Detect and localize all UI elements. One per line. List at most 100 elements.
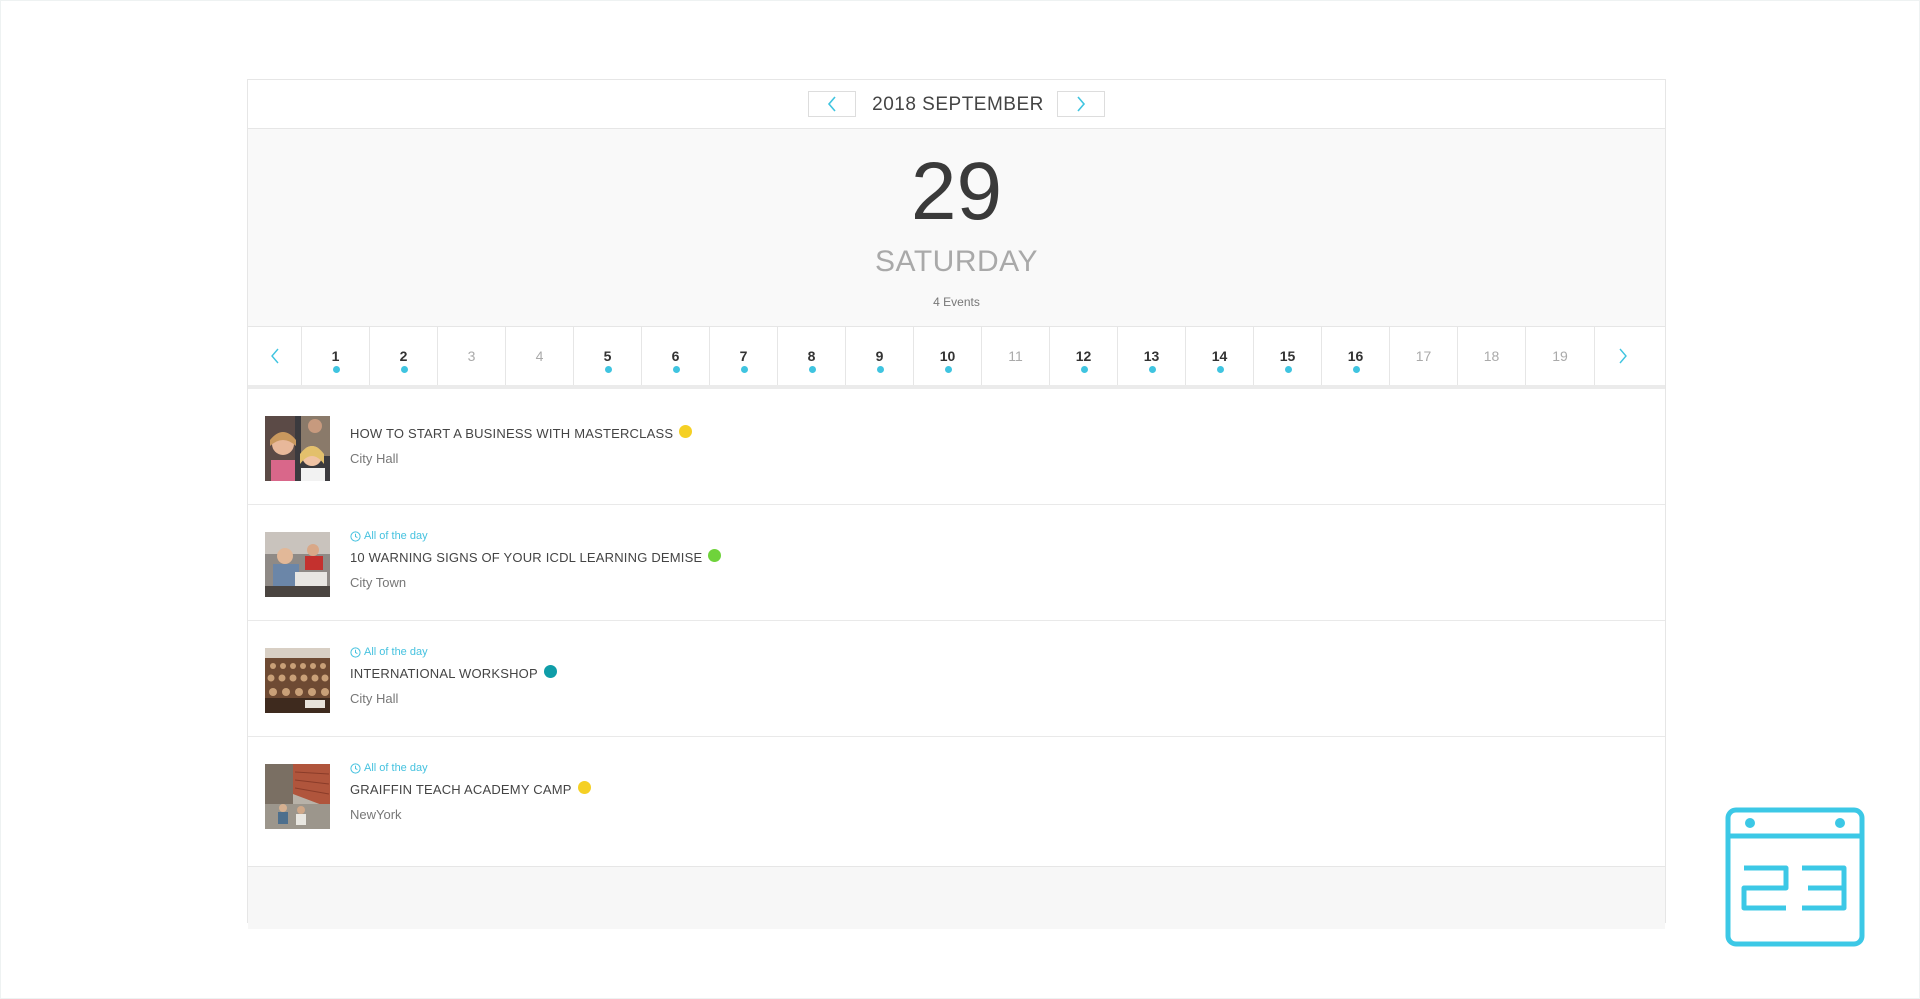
selected-date-panel: 29 SATURDAY 4 Events xyxy=(248,129,1665,327)
events-count: 4 Events xyxy=(933,295,980,309)
day-number: 5 xyxy=(603,348,612,364)
clock-icon xyxy=(350,762,361,774)
selected-weekday: SATURDAY xyxy=(875,245,1038,278)
day-number: 10 xyxy=(939,348,956,364)
event-calendar: 2018 SEPTEMBER 29 SATURDAY 4 Events 1234… xyxy=(247,79,1666,929)
event-thumbnail[interactable] xyxy=(265,648,330,713)
day-number: 15 xyxy=(1279,348,1296,364)
day-cell[interactable]: 11 xyxy=(982,327,1050,385)
calendar-icon xyxy=(1725,807,1865,947)
day-number: 16 xyxy=(1347,348,1364,364)
event-indicator-dot xyxy=(740,366,748,373)
day-cell[interactable]: 7 xyxy=(710,327,778,385)
day-cell[interactable]: 5 xyxy=(574,327,642,385)
day-cell[interactable]: 2 xyxy=(370,327,438,385)
event-indicator-dot xyxy=(332,366,340,373)
day-number: 19 xyxy=(1552,348,1568,364)
event-time-text: All of the day xyxy=(364,762,428,774)
month-title: 2018 SEPTEMBER xyxy=(872,94,1044,115)
chevron-left-icon xyxy=(827,96,836,112)
event-item[interactable]: All of the day INTERNATIONAL WORKSHOP Ci… xyxy=(248,621,1665,737)
day-cell[interactable]: 9 xyxy=(846,327,914,385)
event-indicator-dot xyxy=(1148,366,1156,373)
day-cell[interactable]: 18 xyxy=(1458,327,1526,385)
day-number: 17 xyxy=(1415,348,1432,364)
event-title[interactable]: 10 WARNING SIGNS OF YOUR ICDL LEARNING D… xyxy=(350,548,722,565)
prev-month-button[interactable] xyxy=(808,91,856,117)
day-cell[interactable]: 6 xyxy=(642,327,710,385)
event-category-dot xyxy=(577,780,591,794)
day-number: 18 xyxy=(1483,348,1500,364)
month-header: 2018 SEPTEMBER xyxy=(248,80,1665,129)
day-list: 1 2 3 4 5 6 7 8 9 10 11 12 13 14 15 16 17 18 19 xyxy=(302,327,1594,385)
event-time-text: All of the day xyxy=(364,646,428,658)
day-number: 13 xyxy=(1143,348,1160,364)
day-cell[interactable]: 19 xyxy=(1526,327,1594,385)
event-location: City Town xyxy=(350,575,407,590)
day-cell[interactable]: 16 xyxy=(1322,327,1390,385)
day-cell[interactable]: 4 xyxy=(506,327,574,385)
day-cell[interactable]: 15 xyxy=(1254,327,1322,385)
calendar-footer xyxy=(248,867,1665,929)
event-title[interactable]: INTERNATIONAL WORKSHOP xyxy=(350,664,557,681)
day-strip: 1 2 3 4 5 6 7 8 9 10 11 12 13 14 15 16 17 18 19 xyxy=(248,327,1665,389)
event-indicator-dot xyxy=(400,366,408,373)
day-number: 12 xyxy=(1075,348,1092,364)
day-cell[interactable]: 13 xyxy=(1118,327,1186,385)
next-month-button[interactable] xyxy=(1057,91,1105,117)
day-cell[interactable]: 1 xyxy=(302,327,370,385)
event-item[interactable]: HOW TO START A BUSINESS WITH MASTERCLASS… xyxy=(248,389,1665,505)
clock-icon xyxy=(350,530,361,542)
event-list: HOW TO START A BUSINESS WITH MASTERCLASS… xyxy=(248,389,1665,867)
day-number: 14 xyxy=(1211,348,1228,364)
event-title-text: HOW TO START A BUSINESS WITH MASTERCLASS xyxy=(350,426,674,441)
day-number: 9 xyxy=(875,348,884,364)
event-location: City Hall xyxy=(350,451,399,466)
chevron-right-icon xyxy=(1619,348,1627,364)
prev-days-button[interactable] xyxy=(248,327,302,385)
event-category-dot xyxy=(543,664,557,678)
day-number: 1 xyxy=(331,348,340,364)
event-indicator-dot xyxy=(1080,366,1088,373)
event-indicator-dot xyxy=(876,366,884,373)
event-indicator-dot xyxy=(1284,366,1292,373)
day-cell[interactable]: 3 xyxy=(438,327,506,385)
event-title[interactable]: GRAIFFIN TEACH ACADEMY CAMP xyxy=(350,780,591,797)
event-time: All of the day xyxy=(350,530,428,542)
selected-day-number: 29 xyxy=(910,146,1003,237)
day-number: 7 xyxy=(739,348,748,364)
day-cell[interactable]: 10 xyxy=(914,327,982,385)
event-indicator-dot xyxy=(1352,366,1360,373)
event-title[interactable]: HOW TO START A BUSINESS WITH MASTERCLASS xyxy=(350,424,693,441)
day-number: 3 xyxy=(467,348,476,364)
day-cell[interactable]: 12 xyxy=(1050,327,1118,385)
day-cell[interactable]: 8 xyxy=(778,327,846,385)
floating-calendar-button[interactable] xyxy=(1724,806,1866,948)
clock-icon xyxy=(350,646,361,658)
chevron-left-icon xyxy=(270,348,279,364)
event-title-text: INTERNATIONAL WORKSHOP xyxy=(350,666,538,681)
event-location: City Hall xyxy=(350,691,399,706)
event-thumbnail[interactable] xyxy=(265,416,330,481)
day-number: 6 xyxy=(671,348,680,364)
day-number: 2 xyxy=(399,348,408,364)
event-item[interactable]: All of the day GRAIFFIN TEACH ACADEMY CA… xyxy=(248,737,1665,867)
event-time-text: All of the day xyxy=(364,530,428,542)
event-category-dot xyxy=(708,548,722,562)
day-number: 8 xyxy=(807,348,816,364)
chevron-right-icon xyxy=(1077,96,1086,112)
event-indicator-dot xyxy=(944,366,952,373)
next-days-button[interactable] xyxy=(1594,327,1651,385)
event-indicator-dot xyxy=(808,366,816,373)
day-number: 4 xyxy=(535,348,544,364)
event-location: NewYork xyxy=(350,807,402,822)
event-thumbnail[interactable] xyxy=(265,764,330,829)
event-indicator-dot xyxy=(672,366,680,373)
event-item[interactable]: All of the day 10 WARNING SIGNS OF YOUR … xyxy=(248,505,1665,621)
day-cell[interactable]: 17 xyxy=(1390,327,1458,385)
event-thumbnail[interactable] xyxy=(265,532,330,597)
day-number: 11 xyxy=(1008,348,1023,364)
day-cell[interactable]: 14 xyxy=(1186,327,1254,385)
event-time: All of the day xyxy=(350,646,428,658)
event-indicator-dot xyxy=(1216,366,1224,373)
